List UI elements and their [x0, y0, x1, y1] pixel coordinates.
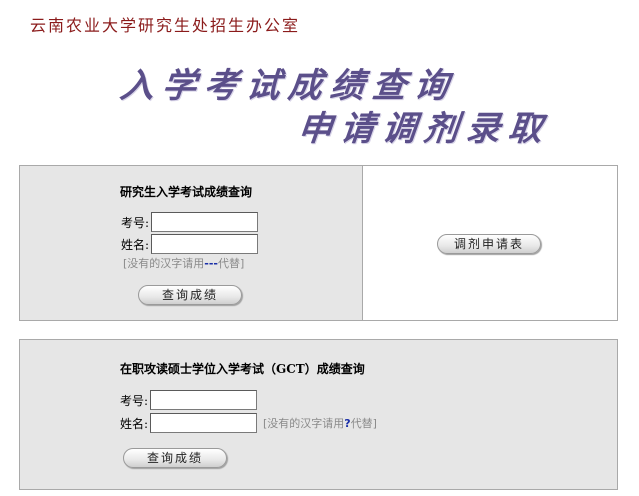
- gct-name-input[interactable]: [150, 413, 257, 433]
- banner-title-line-2: 申请调剂录取: [296, 109, 553, 149]
- gct-query-score-button[interactable]: 查询成绩: [123, 448, 227, 468]
- adjustment-panel: 调剂申请表: [362, 165, 618, 321]
- grad-score-query-heading: 研究生入学考试成绩查询: [120, 185, 253, 199]
- banner-title-line-1: 入学考试成绩查询: [118, 66, 459, 106]
- name-label: 姓名:: [121, 237, 150, 252]
- page: 云南农业大学研究生处招生办公室 入学考试成绩查询 申请调剂录取 研究生入学考试成…: [0, 0, 639, 496]
- adjustment-form-button[interactable]: 调剂申请表: [437, 234, 541, 254]
- gct-score-query-panel: 在职攻读硕士学位入学考试（GCT）成绩查询 考号: 姓名: [没有的汉字请用?代…: [19, 339, 618, 490]
- grad-name-hint: [没有的汉字请用---代替]: [123, 255, 244, 271]
- hint-suffix: 代替]: [218, 257, 245, 270]
- hint-prefix: [没有的汉字请用: [263, 417, 345, 430]
- hint-suffix: 代替]: [350, 417, 377, 430]
- hint-symbol: ---: [204, 257, 218, 270]
- grad-name-input[interactable]: [151, 234, 258, 254]
- grad-name-row: 姓名:: [121, 234, 258, 254]
- gct-score-query-heading: 在职攻读硕士学位入学考试（GCT）成绩查询: [120, 362, 365, 376]
- gct-name-hint: [没有的汉字请用?代替]: [263, 415, 377, 431]
- exam-no-label: 考号:: [121, 215, 150, 230]
- grad-score-query-panel: 研究生入学考试成绩查询 考号: 姓名: [没有的汉字请用---代替] 查询成绩: [19, 165, 363, 321]
- grad-exam-no-row: 考号:: [121, 212, 258, 232]
- gct-exam-no-row: 考号:: [120, 390, 257, 410]
- gct-exam-no-input[interactable]: [150, 390, 257, 410]
- org-title: 云南农业大学研究生处招生办公室: [30, 16, 301, 35]
- name-label: 姓名:: [120, 416, 149, 431]
- grad-exam-no-input[interactable]: [151, 212, 258, 232]
- grad-query-score-button[interactable]: 查询成绩: [138, 285, 242, 305]
- exam-no-label: 考号:: [120, 393, 149, 408]
- hint-prefix: [没有的汉字请用: [123, 257, 205, 270]
- gct-name-row: 姓名: [没有的汉字请用?代替]: [120, 413, 377, 433]
